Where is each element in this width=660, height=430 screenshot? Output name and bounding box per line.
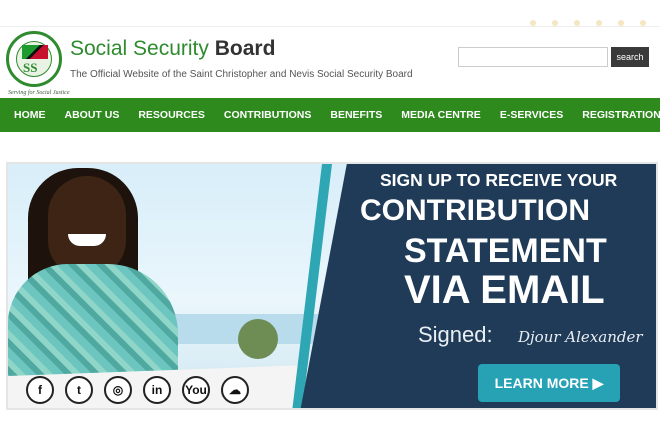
youtube-icon[interactable]: You xyxy=(182,376,210,404)
banner-line-2: CONTRIBUTION xyxy=(360,194,590,227)
signature: Djour Alexander xyxy=(518,328,643,346)
facebook-icon[interactable]: f xyxy=(26,376,54,404)
soundcloud-icon[interactable]: ☁ xyxy=(221,376,249,404)
banner-line-1: SIGN UP TO RECEIVE YOUR xyxy=(380,170,618,190)
nav-item-resources[interactable]: RESOURCES xyxy=(138,109,205,121)
nav-item-e-services[interactable]: E-SERVICES xyxy=(500,109,563,121)
logo-tagline: Serving for Social Justice xyxy=(8,90,70,96)
site-subtitle: The Official Website of the Saint Christ… xyxy=(70,69,413,80)
search-button[interactable]: search xyxy=(611,47,649,67)
main-nav: HOME ABOUT US RESOURCES CONTRIBUTIONS BENEFI… xyxy=(0,98,660,132)
search-input[interactable] xyxy=(458,47,608,67)
hero-banner[interactable]: SIGN UP TO RECEIVE YOUR CONTRIBUTION STA… xyxy=(6,162,658,410)
site-header: SS Serving for Social Justice Social Sec… xyxy=(0,26,660,98)
nav-item-home[interactable]: HOME xyxy=(14,109,46,121)
nav-item-media-centre[interactable]: MEDIA CENTRE xyxy=(401,109,481,121)
linkedin-icon[interactable]: in xyxy=(143,376,171,404)
nav-item-contributions[interactable]: CONTRIBUTIONS xyxy=(224,109,312,121)
ssb-logo[interactable]: SS xyxy=(6,31,62,87)
site-title-bold: Board xyxy=(214,37,276,60)
flag-icon xyxy=(22,45,48,59)
twitter-icon[interactable]: t xyxy=(65,376,93,404)
site-title-main: Social Security xyxy=(70,37,215,60)
nav-item-benefits[interactable]: BENEFITS xyxy=(330,109,382,121)
learn-more-button[interactable]: LEARN MORE ▶ xyxy=(478,364,620,402)
instagram-icon[interactable]: ◎ xyxy=(104,376,132,404)
nav-item-about-us[interactable]: ABOUT US xyxy=(65,109,120,121)
banner-line-4: VIA EMAIL xyxy=(404,268,605,312)
banner-line-3: STATEMENT xyxy=(404,232,607,270)
site-title[interactable]: Social Security Board xyxy=(70,37,275,61)
logo-text: SS xyxy=(23,60,38,75)
palm-tree xyxy=(238,319,278,359)
nav-item-registration[interactable]: REGISTRATION xyxy=(582,109,660,121)
signed-label: Signed: xyxy=(418,322,493,347)
social-icons: f t ◎ in You ☁ xyxy=(26,376,249,404)
